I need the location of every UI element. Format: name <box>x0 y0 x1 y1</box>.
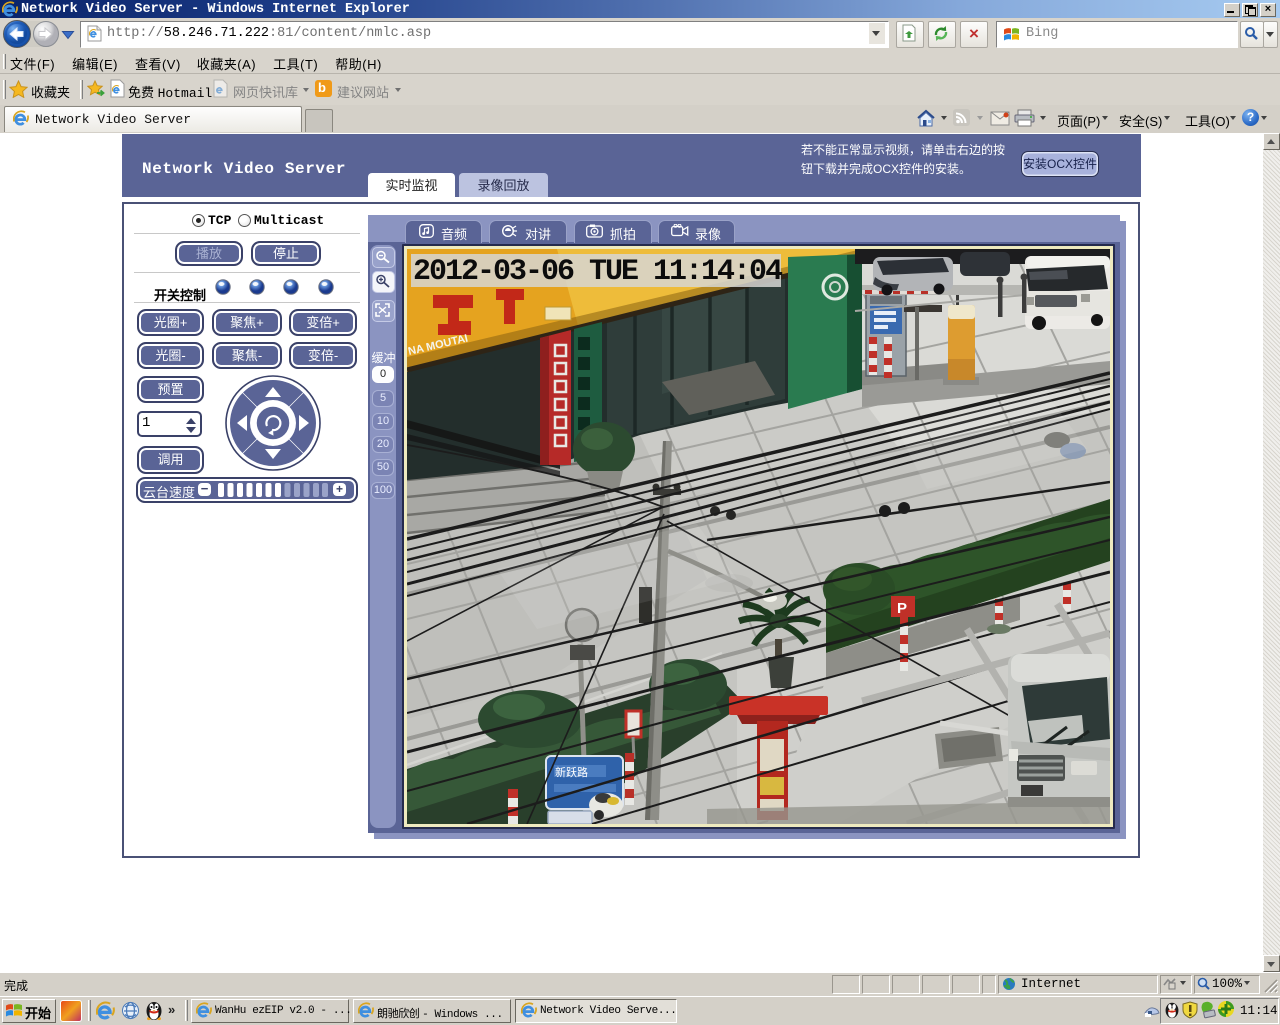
svg-text:P: P <box>897 600 907 617</box>
svg-text:新跃路: 新跃路 <box>555 765 588 779</box>
